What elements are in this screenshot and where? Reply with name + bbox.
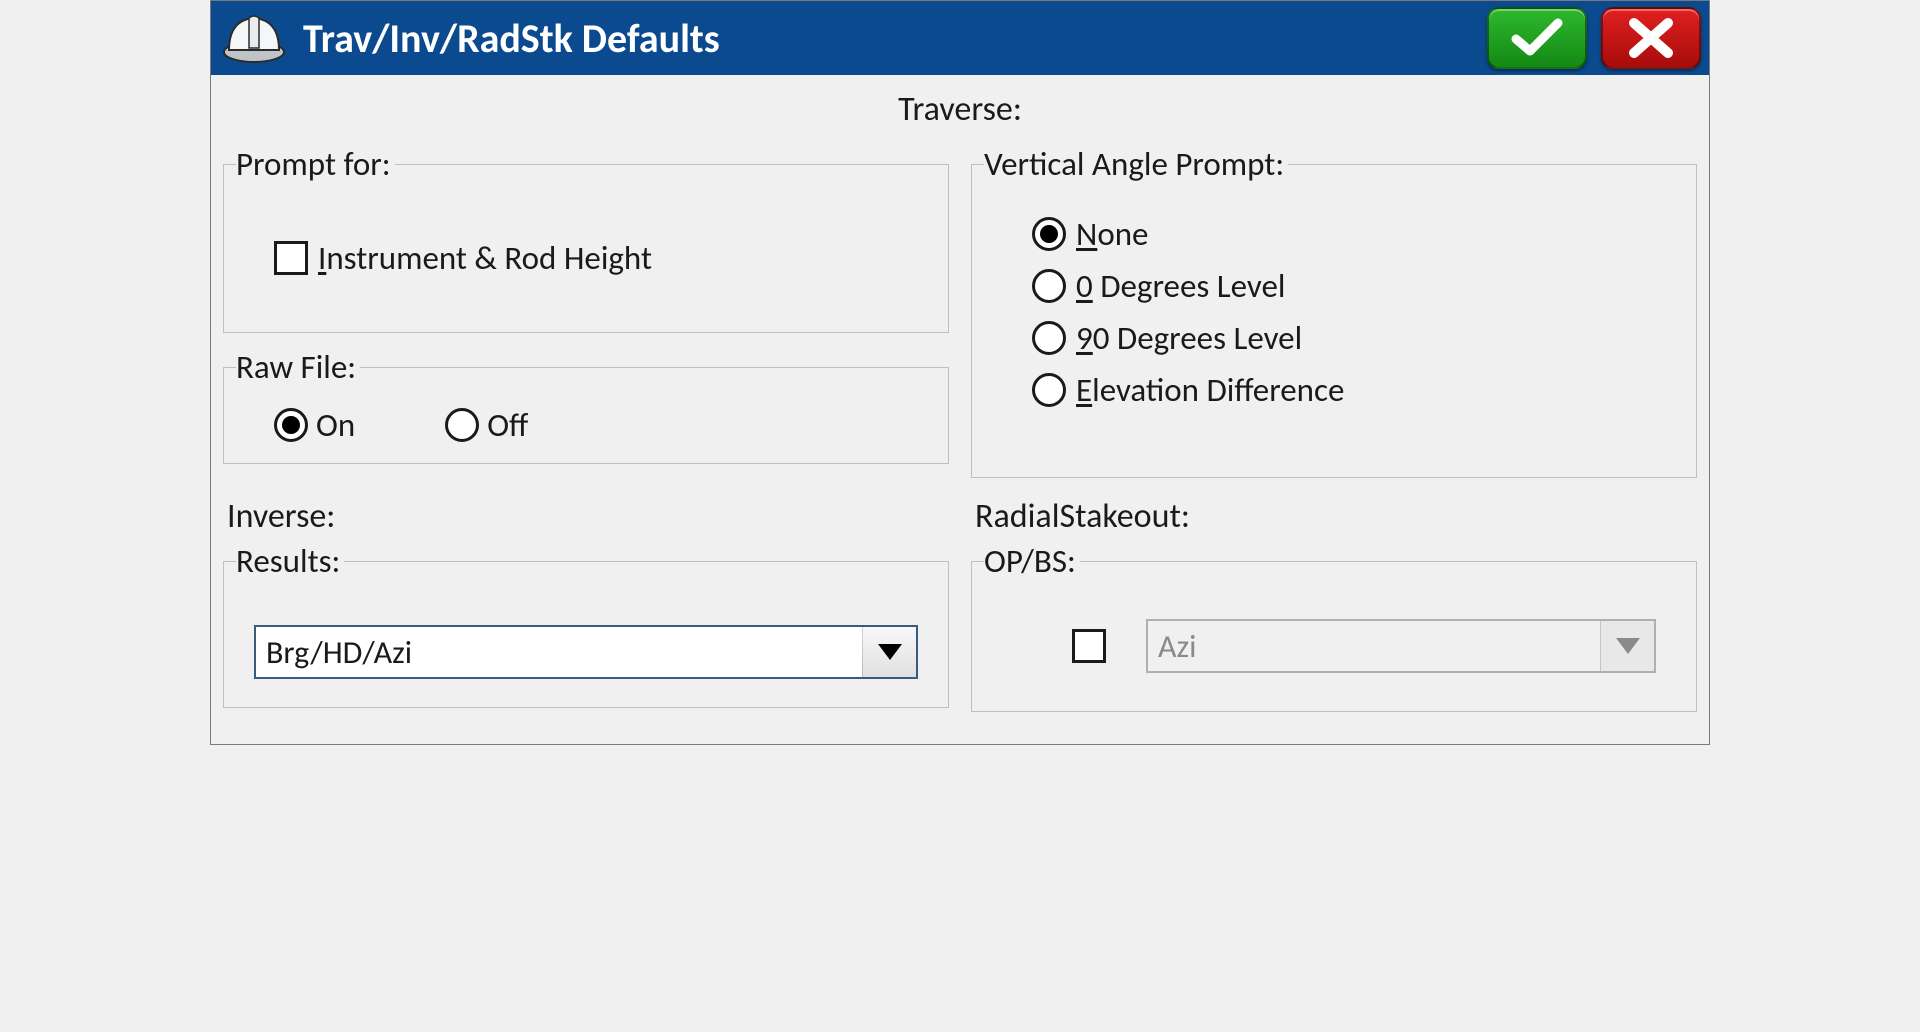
vap-elev-radio[interactable] [1032,373,1066,407]
results-combo[interactable]: Brg/HD/Azi [254,625,918,679]
defaults-dialog: Trav/Inv/RadStk Defaults Traverse: Promp… [210,0,1710,745]
radstk-column: RadialStakeout: OP/BS: Azi [971,484,1697,726]
vap-none-label: None [1076,214,1148,254]
raw-file-on-radio[interactable] [274,408,308,442]
instrument-rod-row[interactable]: Instrument & Rod Height [274,238,918,278]
traverse-heading: Traverse: [223,89,1697,130]
vap-90deg-radio[interactable] [1032,321,1066,355]
raw-file-group: Raw File: On Off [223,347,949,464]
vap-0deg-label: 0 Degrees Level [1076,266,1285,306]
prompt-for-legend: Prompt for: [236,144,395,184]
vap-none-radio[interactable] [1032,217,1066,251]
opbs-combo: Azi [1146,619,1656,673]
check-icon [1510,17,1564,59]
raw-file-on-label: On [316,405,355,445]
opbs-combo-text: Azi [1148,621,1600,671]
dialog-title: Trav/Inv/RadStk Defaults [303,14,1473,63]
vap-group: Vertical Angle Prompt: None 0 Degrees Le… [971,144,1697,478]
raw-file-legend: Raw File: [236,347,360,387]
opbs-group: OP/BS: Azi [971,541,1697,712]
dialog-body: Traverse: Prompt for: Instrument & Rod H… [211,75,1709,744]
raw-file-on[interactable]: On [274,405,355,445]
results-group: Results: Brg/HD/Azi [223,541,949,708]
opbs-legend: OP/BS: [984,541,1080,581]
vap-legend: Vertical Angle Prompt: [984,144,1288,184]
chevron-down-icon [878,644,902,660]
vap-none[interactable]: None [1032,214,1676,254]
ok-button[interactable] [1487,7,1587,69]
titlebar: Trav/Inv/RadStk Defaults [211,1,1709,75]
vap-0deg-radio[interactable] [1032,269,1066,303]
left-column: Prompt for: Instrument & Rod Height Raw … [223,144,949,478]
results-legend: Results: [236,541,344,581]
inverse-column: Inverse: Results: Brg/HD/Azi [223,484,949,726]
vap-90deg[interactable]: 90 Degrees Level [1032,318,1676,358]
results-combo-button[interactable] [862,627,916,677]
close-icon [1624,17,1678,59]
vap-0deg[interactable]: 0 Degrees Level [1032,266,1676,306]
instrument-rod-label: Instrument & Rod Height [318,238,652,278]
right-column: Vertical Angle Prompt: None 0 Degrees Le… [971,144,1697,478]
raw-file-off-label: Off [487,405,528,445]
raw-file-off-radio[interactable] [445,408,479,442]
opbs-checkbox[interactable] [1072,629,1106,663]
radstk-heading: RadialStakeout: [975,496,1697,537]
vap-90deg-label: 90 Degrees Level [1076,318,1302,358]
vap-elev[interactable]: Elevation Difference [1032,370,1676,410]
results-combo-text: Brg/HD/Azi [256,627,862,677]
chevron-down-icon [1616,638,1640,654]
vap-elev-label: Elevation Difference [1076,370,1344,410]
opbs-combo-button [1600,621,1654,671]
instrument-rod-checkbox[interactable] [274,241,308,275]
inverse-heading: Inverse: [227,496,949,537]
helmet-icon [219,10,289,66]
prompt-for-group: Prompt for: Instrument & Rod Height [223,144,949,333]
raw-file-off[interactable]: Off [445,405,528,445]
cancel-button[interactable] [1601,7,1701,69]
